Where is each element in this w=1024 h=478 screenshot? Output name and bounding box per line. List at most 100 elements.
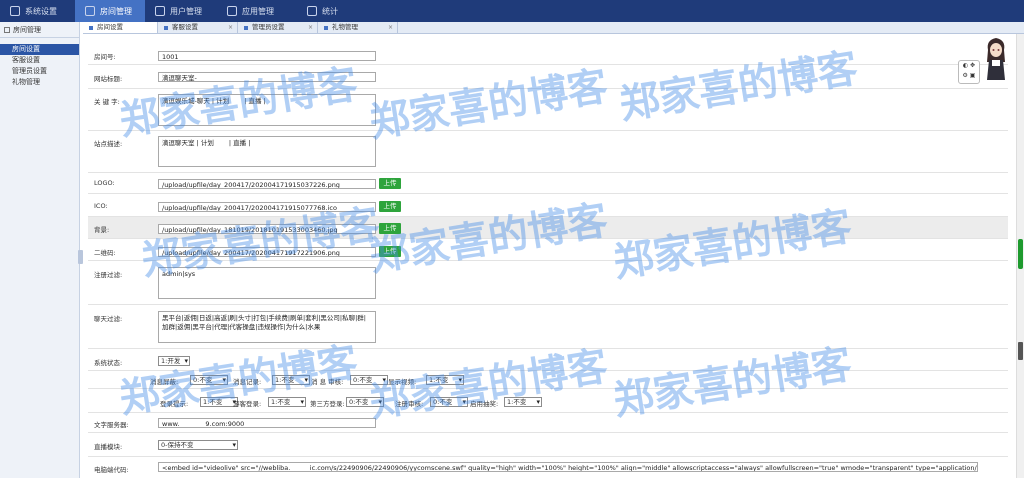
text-server-input[interactable]: www. 9.com:9000 <box>158 418 376 428</box>
background-upload-button[interactable]: 上传 <box>379 223 401 234</box>
home-icon <box>85 6 95 16</box>
message-review-label: 消 息 审核: <box>311 378 344 386</box>
user-icon <box>155 6 165 16</box>
lottery-label: 启用抽奖: <box>470 400 499 408</box>
message-block-label: 消息屏蔽: <box>150 378 179 386</box>
tab-label: 客服设置 <box>172 23 198 31</box>
sidebar-collapse-handle[interactable] <box>78 250 83 264</box>
close-icon[interactable]: × <box>308 22 313 33</box>
nav-user-management[interactable]: 用户管理 <box>145 0 217 22</box>
room-settings-form: 房间号: 1001 网站标题: 滴逗聊天室- 关 键 字: 滴逗娱乐城-聊天 |… <box>88 43 1008 478</box>
widget-controls-line2[interactable]: ⚙ ▣ <box>959 71 979 81</box>
login-tip-label: 登录提示: <box>160 400 189 408</box>
tab-label: 礼物管理 <box>332 23 358 31</box>
guest-login-label: 游客登录: <box>233 400 262 408</box>
field-label: ICO: <box>94 202 108 210</box>
sidebar: 房间管理 房间设置 客服设置 管理员设置 礼物管理 <box>0 22 80 478</box>
close-icon[interactable]: × <box>388 22 393 33</box>
nav-label: 房间管理 <box>100 6 132 16</box>
lottery-select[interactable]: 1:不变 <box>504 397 542 407</box>
top-navigation: 系统设置 房间管理 用户管理 应用管理 统计 <box>0 0 1024 22</box>
nav-label: 应用管理 <box>242 6 274 16</box>
qrcode-upload-button[interactable]: 上传 <box>379 246 401 257</box>
room-no-input[interactable]: 1001 <box>158 51 376 61</box>
tab-room-settings[interactable]: 房间设置 <box>83 22 158 33</box>
field-label: 文字服务器: <box>94 421 129 429</box>
scrollbar-thumb[interactable] <box>1018 239 1023 269</box>
field-label: 背景: <box>94 226 110 234</box>
site-title-input[interactable]: 滴逗聊天室- <box>158 72 376 82</box>
sidebar-item-admin-settings[interactable]: 管理员设置 <box>0 66 79 77</box>
sidebar-item-room-settings[interactable]: 房间设置 <box>0 44 79 55</box>
message-record-select[interactable]: 1:不变 <box>272 375 310 385</box>
ico-path-input[interactable]: /upload/upfile/day_200417/20200417191507… <box>158 202 376 212</box>
message-block-select[interactable]: 0:不变 <box>190 375 228 385</box>
form-row-options-2: 登录提示: 1:不变 游客登录: 1:不变 第三方登录: 0:不变 注册审核: … <box>88 389 1008 413</box>
third-party-login-select[interactable]: 0:不变 <box>346 397 384 407</box>
widget-control-panel[interactable]: ◐ ✥ ⚙ ▣ <box>958 60 980 84</box>
guest-login-select[interactable]: 1:不变 <box>268 397 306 407</box>
collapse-icon <box>4 26 10 33</box>
form-row-register-filter: 注册过滤: admin|sys <box>88 261 1008 305</box>
sidebar-item-service-settings[interactable]: 客服设置 <box>0 55 79 66</box>
form-row-keywords: 关 键 字: 滴逗娱乐城-聊天 | 计划 | 直播 | <box>88 89 1008 131</box>
tab-service-settings[interactable]: 客服设置 × <box>158 22 238 33</box>
form-row-chat-filter: 聊天过滤: 黑平台|返佣|日返|高返|刷|头寸|打包|手续费|刷单|套利|黑公司… <box>88 305 1008 349</box>
field-label: 电脑端代码: <box>94 466 129 474</box>
field-label: 房间号: <box>94 53 116 61</box>
avatar-character-icon <box>987 38 1005 80</box>
field-label: 网站标题: <box>94 75 123 83</box>
tab-icon <box>164 25 168 30</box>
field-label: 聊天过滤: <box>94 315 123 323</box>
system-status-select[interactable]: 1:开发 <box>158 356 190 366</box>
nav-app-management[interactable]: 应用管理 <box>217 0 297 22</box>
form-row-pc-code: 电脑端代码: <embed id="videolive" src="//webl… <box>88 457 1008 478</box>
live-module-select[interactable]: 0-保持不变 <box>158 440 238 450</box>
show-video-select[interactable]: 1:不变 <box>426 375 464 385</box>
sidebar-group-title[interactable]: 房间管理 <box>0 22 79 38</box>
field-label: LOGO: <box>94 179 115 187</box>
chat-filter-textarea[interactable]: 黑平台|返佣|日返|高返|刷|头寸|打包|手续费|刷单|套利|黑公司|私聊|群|… <box>158 311 376 343</box>
form-row-background: 背景: /upload/upfile/day_181019/2018101915… <box>88 217 1008 239</box>
tab-label: 房间设置 <box>97 23 123 31</box>
form-row-logo: LOGO: /upload/upfile/day_200417/20200417… <box>88 173 1008 194</box>
register-filter-textarea[interactable]: admin|sys <box>158 267 376 299</box>
register-review-select[interactable]: 0:不变 <box>430 397 468 407</box>
message-record-label: 消息记录: <box>233 378 262 386</box>
message-review-select[interactable]: 0:不变 <box>350 375 388 385</box>
field-label: 直播模块: <box>94 443 123 451</box>
form-row-site-title: 网站标题: 滴逗聊天室- <box>88 65 1008 89</box>
pc-code-input[interactable]: <embed id="videolive" src="//webliba. ic… <box>158 462 978 472</box>
background-path-input[interactable]: /upload/upfile/day_181019/20181019153300… <box>158 224 376 234</box>
field-label: 系统状态: <box>94 359 123 367</box>
widget-controls-line1[interactable]: ◐ ✥ <box>959 61 979 71</box>
nav-label: 统计 <box>322 6 338 16</box>
register-review-label: 注册审核: <box>395 400 424 408</box>
qrcode-path-input[interactable]: /upload/upfile/day_200417/20200417191722… <box>158 247 376 257</box>
tab-label: 管理员设置 <box>252 23 285 31</box>
vertical-scrollbar[interactable] <box>1016 34 1024 478</box>
scrollbar-marker <box>1018 342 1023 360</box>
form-row-qrcode: 二维码: /upload/upfile/day_200417/202004171… <box>88 239 1008 261</box>
logo-upload-button[interactable]: 上传 <box>379 178 401 189</box>
nav-statistics[interactable]: 统计 <box>297 0 352 22</box>
close-icon[interactable]: × <box>228 22 233 33</box>
ico-upload-button[interactable]: 上传 <box>379 201 401 212</box>
keywords-textarea[interactable]: 滴逗娱乐城-聊天 | 计划 | 直播 | <box>158 94 376 126</box>
third-party-login-label: 第三方登录: <box>310 400 345 408</box>
gear-icon <box>10 6 20 16</box>
nav-system-settings[interactable]: 系统设置 <box>0 0 75 22</box>
tab-gift-management[interactable]: 礼物管理 × <box>318 22 398 33</box>
description-textarea[interactable]: 滴逗聊天室 | 计划 | 直播 | <box>158 136 376 167</box>
tab-admin-settings[interactable]: 管理员设置 × <box>238 22 318 33</box>
field-label: 站点描述: <box>94 140 123 148</box>
field-label: 关 键 字: <box>94 98 120 106</box>
form-row-text-server: 文字服务器: www. 9.com:9000 <box>88 413 1008 433</box>
form-row-options-1: 消息屏蔽: 0:不变 消息记录: 1:不变 消 息 审核: 0:不变 显示视频:… <box>88 371 1008 389</box>
nav-label: 用户管理 <box>170 6 202 16</box>
logo-path-input[interactable]: /upload/upfile/day_200417/20200417191503… <box>158 179 376 189</box>
nav-room-management[interactable]: 房间管理 <box>75 0 145 22</box>
sidebar-group-label: 房间管理 <box>13 25 41 34</box>
floating-assistant-widget[interactable]: ◐ ✥ ⚙ ▣ <box>956 36 1016 88</box>
sidebar-item-gift-management[interactable]: 礼物管理 <box>0 77 79 88</box>
